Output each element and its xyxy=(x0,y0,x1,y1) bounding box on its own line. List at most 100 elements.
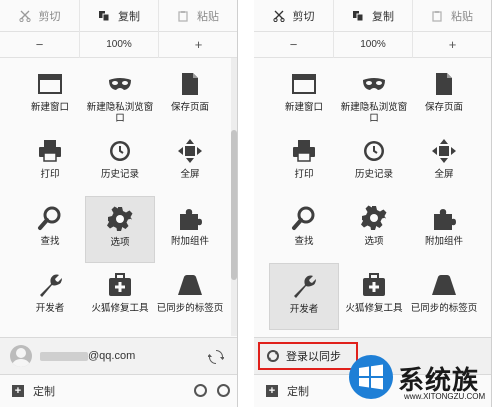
menu-item-puzzle[interactable]: 附加组件 xyxy=(409,196,479,263)
private-mask-icon xyxy=(109,78,131,90)
menu-item-fullscreen[interactable]: 全屏 xyxy=(155,129,225,196)
avatar xyxy=(10,345,32,367)
menu-item-label: 选项 xyxy=(364,236,384,247)
wrench-icon xyxy=(40,274,62,297)
new-window-icon xyxy=(292,74,316,94)
copy-button[interactable]: 复制 xyxy=(79,0,158,32)
menu-item-private-mask[interactable]: 新建隐私浏览窗口 xyxy=(339,62,409,129)
clipboard-icon xyxy=(432,10,442,22)
menu-item-label: 全屏 xyxy=(180,169,200,180)
plus-icon: + xyxy=(12,385,24,397)
menu-item-label: 历史记录 xyxy=(100,169,139,180)
menu-item-toolkit[interactable]: 火狐修复工具 xyxy=(85,263,155,330)
edit-controls: 剪切 复制 粘贴 xyxy=(0,0,237,32)
menu-item-synced-tabs[interactable]: 已同步的标签页 xyxy=(409,263,479,330)
fullscreen-icon xyxy=(178,139,202,163)
magnifier-icon xyxy=(38,206,61,230)
gear-icon xyxy=(361,205,387,230)
synced-tabs-icon xyxy=(178,275,202,295)
copy-label: 复制 xyxy=(372,10,394,23)
cut-label: 剪切 xyxy=(292,10,315,23)
menu-item-label: 新建窗口 xyxy=(30,102,69,113)
menu-item-label: 保存页面 xyxy=(424,102,463,113)
paste-button[interactable]: 粘贴 xyxy=(158,0,237,32)
menu-item-fullscreen[interactable]: 全屏 xyxy=(409,129,479,196)
menu-grid: 新建窗口 新建隐私浏览窗口 保存页面打印 历史记录 全屏查找 选项 附加组件开发者 火狐修复工… xyxy=(269,62,479,330)
windows-logo-icon xyxy=(349,355,393,399)
zoom-in-button[interactable]: + xyxy=(159,32,237,58)
account-row[interactable]: @qq.com xyxy=(0,337,237,374)
menu-grid: 新建窗口 新建隐私浏览窗口 保存页面打印 历史记录 全屏查找 选项 附加组件开发者 火狐修复工… xyxy=(15,62,225,330)
magnifier-icon xyxy=(292,206,315,230)
clock-icon xyxy=(364,141,384,161)
menu-item-label: 选项 xyxy=(110,237,130,248)
zoom-controls: − 100% + xyxy=(0,31,237,58)
menu-item-magnifier[interactable]: 查找 xyxy=(15,196,85,263)
cut-button[interactable]: 剪切 xyxy=(254,0,333,32)
menu-item-label: 已同步的标签页 xyxy=(156,303,224,314)
menu-item-new-window[interactable]: 新建窗口 xyxy=(269,62,339,129)
footer-bar: + 定制 xyxy=(0,374,237,407)
footer-icons xyxy=(194,384,230,397)
zoom-reset-button[interactable]: 100% xyxy=(79,31,159,58)
menu-item-synced-tabs[interactable]: 已同步的标签页 xyxy=(155,263,225,330)
scrollbar-thumb[interactable] xyxy=(231,130,237,280)
printer-icon xyxy=(293,140,315,162)
menu-item-gear[interactable]: 选项 xyxy=(85,196,155,263)
menu-item-label: 火狐修复工具 xyxy=(345,303,403,314)
menu-item-label: 附加组件 xyxy=(424,236,463,247)
private-mask-icon xyxy=(363,78,385,90)
menu-item-save-page[interactable]: 保存页面 xyxy=(155,62,225,129)
firefox-menu-panel-right: 剪切 复制 粘贴 − 100% + 新建窗口 新建隐私浏览窗口 保存页面打印 历史记录… xyxy=(254,0,492,407)
save-page-icon xyxy=(436,73,452,95)
menu-item-new-window[interactable]: 新建窗口 xyxy=(15,62,85,129)
menu-item-label: 开发者 xyxy=(35,303,65,314)
menu-item-label: 已同步的标签页 xyxy=(410,303,478,314)
menu-item-save-page[interactable]: 保存页面 xyxy=(409,62,479,129)
menu-item-puzzle[interactable]: 附加组件 xyxy=(155,196,225,263)
menu-item-magnifier[interactable]: 查找 xyxy=(269,196,339,263)
zoom-out-button[interactable]: − xyxy=(254,32,333,58)
power-icon[interactable] xyxy=(217,384,230,397)
zoom-reset-button[interactable]: 100% xyxy=(333,31,413,58)
signin-highlight[interactable]: 登录以同步 xyxy=(258,342,358,370)
sync-icon[interactable] xyxy=(208,349,224,365)
menu-item-wrench[interactable]: 开发者 xyxy=(269,263,339,330)
scrollbar[interactable] xyxy=(231,58,237,336)
sync-icon xyxy=(267,350,279,362)
printer-icon xyxy=(39,140,61,162)
toolkit-icon xyxy=(363,273,385,296)
menu-item-label: 新建隐私浏览窗口 xyxy=(86,102,154,124)
scissors-icon xyxy=(18,10,31,22)
menu-item-wrench[interactable]: 开发者 xyxy=(15,263,85,330)
menu-item-label: 查找 xyxy=(40,236,60,247)
help-icon[interactable] xyxy=(194,384,207,397)
watermark-site: www.XITONGZU.COM xyxy=(404,392,486,401)
menu-item-label: 附加组件 xyxy=(170,236,209,247)
menu-item-label: 保存页面 xyxy=(170,102,209,113)
copy-icon xyxy=(99,10,110,21)
cut-button[interactable]: 剪切 xyxy=(0,0,79,32)
clock-icon xyxy=(110,141,130,161)
zoom-controls: − 100% + xyxy=(254,31,491,58)
menu-item-label: 火狐修复工具 xyxy=(91,303,149,314)
menu-item-label: 查找 xyxy=(294,236,314,247)
customize-button[interactable]: 定制 xyxy=(33,383,55,399)
menu-item-printer[interactable]: 打印 xyxy=(15,129,85,196)
paste-button[interactable]: 粘贴 xyxy=(412,0,491,32)
menu-item-clock[interactable]: 历史记录 xyxy=(339,129,409,196)
menu-item-label: 历史记录 xyxy=(354,169,393,180)
zoom-out-button[interactable]: − xyxy=(0,32,79,58)
zoom-in-button[interactable]: + xyxy=(413,32,491,58)
menu-item-label: 全屏 xyxy=(434,169,454,180)
customize-button[interactable]: 定制 xyxy=(287,383,309,399)
copy-button[interactable]: 复制 xyxy=(333,0,412,32)
menu-item-label: 开发者 xyxy=(289,304,319,315)
edit-controls: 剪切 复制 粘贴 xyxy=(254,0,491,32)
menu-item-printer[interactable]: 打印 xyxy=(269,129,339,196)
menu-item-toolkit[interactable]: 火狐修复工具 xyxy=(339,263,409,330)
menu-item-clock[interactable]: 历史记录 xyxy=(85,129,155,196)
puzzle-icon xyxy=(180,209,202,230)
menu-item-gear[interactable]: 选项 xyxy=(339,196,409,263)
menu-item-private-mask[interactable]: 新建隐私浏览窗口 xyxy=(85,62,155,129)
